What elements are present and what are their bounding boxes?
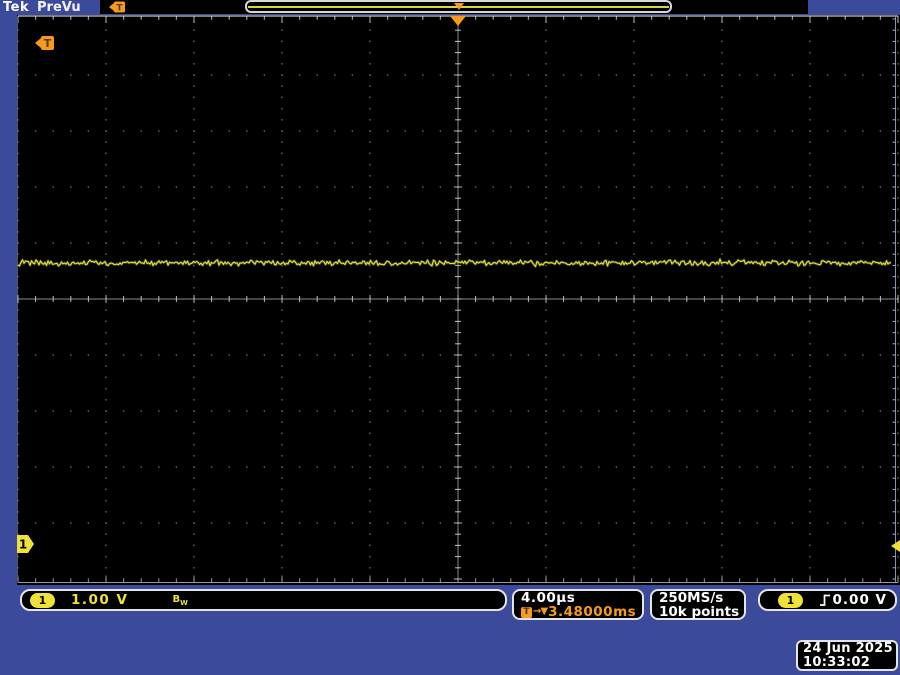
acquisition-readout[interactable]: 250MS/s 10k points (650, 589, 746, 620)
graticule (17, 15, 899, 583)
channel1-scale: 1.00 V (71, 592, 129, 608)
record-expansion-marker-icon (453, 3, 464, 10)
horizontal-readout[interactable]: 4.00µs T →▼ 3.48000ms (512, 589, 644, 620)
delay-arrow-icon: →▼ (533, 606, 548, 617)
rising-edge-icon (820, 594, 830, 606)
svg-text:T: T (116, 4, 123, 14)
trigger-delay-value: 3.48000ms (548, 604, 637, 620)
date-label: 24 Jun 2025 (803, 641, 893, 656)
acquisition-status: PreVu (37, 0, 81, 15)
trigger-readout[interactable]: 1 0.00 V (758, 589, 897, 611)
svg-text:T: T (44, 37, 52, 50)
tek-logo: Tek (3, 0, 30, 15)
expansion-point-marker-icon (450, 16, 466, 26)
oscilloscope-display: T 1 (17, 15, 900, 585)
channel1-badge: 1 (30, 592, 55, 608)
time-label: 10:33:02 (803, 655, 871, 670)
channel1-readout[interactable]: 1 1.00 V BW (20, 589, 507, 611)
bandwidth-limit-indicator: BW (172, 593, 188, 607)
sample-rate: 250MS/s (659, 590, 724, 606)
record-view-strip: T (100, 0, 808, 14)
timebase-scale: 4.00µs (521, 590, 576, 606)
trigger-source-badge: 1 (778, 592, 803, 608)
svg-text:1: 1 (19, 538, 27, 552)
offscreen-trigger-marker-icon[interactable]: T (35, 35, 55, 51)
trigger-t-icon: T (521, 606, 532, 618)
trigger-level-marker-icon[interactable] (891, 539, 900, 553)
channel1-position-marker[interactable]: 1 (17, 535, 35, 553)
datetime-readout: 24 Jun 2025 10:33:02 (796, 640, 898, 671)
trigger-delay-readout: T →▼ 3.48000ms (521, 605, 642, 619)
record-length: 10k points (659, 604, 740, 620)
record-trigger-position-icon: T (109, 1, 125, 14)
record-window-bracket[interactable] (245, 0, 672, 13)
trigger-level-value: 0.00 V (832, 592, 887, 608)
